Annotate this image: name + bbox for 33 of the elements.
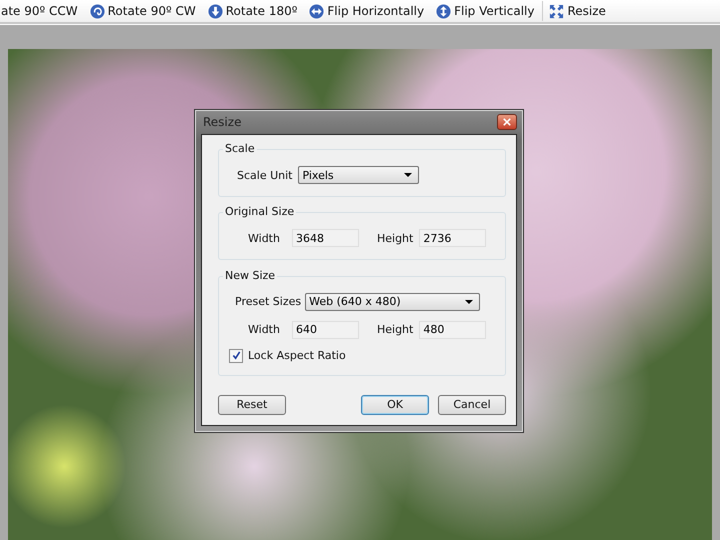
dialog-button[interactable]: OK xyxy=(361,394,429,415)
group-legend: Scale xyxy=(223,142,257,155)
field-label: Height xyxy=(376,323,414,336)
group-legend: Original Size xyxy=(223,205,296,218)
field-label: Width xyxy=(248,232,280,245)
toolbar-button[interactable]: Resize xyxy=(545,4,614,18)
toolbar-button[interactable]: ate 90º CCW xyxy=(0,4,86,18)
close-button[interactable] xyxy=(497,114,517,130)
dialog-button[interactable]: Reset xyxy=(218,394,286,415)
toolbar-button[interactable]: Rotate 180º xyxy=(204,4,306,18)
resize-icon xyxy=(549,4,564,18)
caret-icon xyxy=(404,173,412,177)
toolbar-button[interactable]: Flip Vertically xyxy=(432,4,542,18)
window-title: Resize xyxy=(202,115,242,129)
field-label: Scale Unit xyxy=(237,168,292,182)
checkbox[interactable] xyxy=(229,348,243,363)
input-field[interactable]: 2736 xyxy=(419,229,486,248)
toolbar-button[interactable]: Flip Horizontally xyxy=(305,4,432,18)
input-field[interactable]: 640 xyxy=(292,320,359,339)
rotate-icon xyxy=(90,4,105,18)
input-field[interactable]: 480 xyxy=(419,320,486,339)
field-label: Preset Sizes xyxy=(235,295,302,308)
input-field[interactable]: 3648 xyxy=(292,229,359,248)
close-icon xyxy=(503,118,511,126)
field-label: Width xyxy=(248,323,280,336)
dropdown[interactable]: Pixels xyxy=(298,166,420,184)
toolbar-button[interactable]: Rotate 90º CW xyxy=(86,4,204,18)
caret-icon xyxy=(465,300,474,304)
field-label: Height xyxy=(376,232,414,245)
group-legend: New Size xyxy=(223,268,278,282)
dialog-button[interactable]: Cancel xyxy=(438,394,506,415)
checkbox-label: Lock Aspect Ratio xyxy=(248,349,346,362)
dropdown[interactable]: Web (640 x 480) xyxy=(305,292,480,311)
